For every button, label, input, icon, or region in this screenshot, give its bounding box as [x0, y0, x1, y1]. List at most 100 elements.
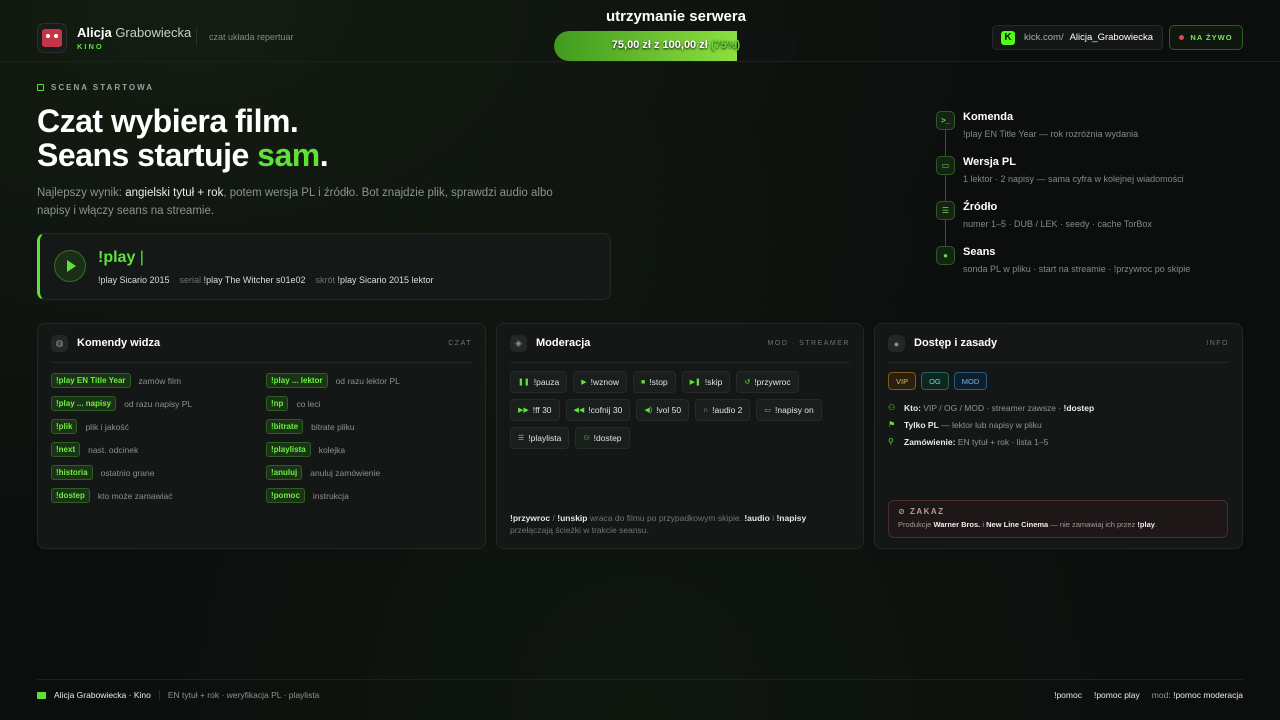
command-chip[interactable]: !plik	[51, 419, 78, 434]
step-description: sonda PL w pliku · start na streamie · !…	[963, 264, 1191, 274]
command-chip[interactable]: !play ... napisy	[51, 396, 117, 411]
stop-icon: ■	[641, 378, 646, 386]
step-title: Źródło	[963, 201, 998, 213]
command-chip[interactable]: !playlista	[266, 442, 311, 457]
mod-command-label: !audio 2	[712, 405, 743, 415]
mod-command-chip[interactable]: ■ !stop	[633, 371, 676, 393]
chat-icon: ◍	[51, 335, 68, 352]
access-rules: ⚇ Kto: VIP / OG / MOD · streamer zawsze ·…	[888, 399, 1228, 450]
kick-username: Alicja_Grabowiecka	[1069, 32, 1154, 43]
info-icon: ●	[888, 335, 905, 352]
rule-label: Kto:	[904, 402, 921, 413]
rule-text: — lektor lub napisy w pliku	[938, 419, 1042, 430]
command-chip[interactable]: !play ... lektor	[266, 373, 328, 388]
command-desc: nast. odcinek	[88, 444, 139, 455]
mod-command-chip[interactable]: ⚇ !dostep	[575, 427, 630, 449]
command-chip[interactable]: !dostep	[51, 488, 90, 503]
command-desc: kto może zamawiać	[97, 490, 173, 501]
flag-icon: ⚑	[888, 420, 896, 429]
ban-text-part: .	[1154, 520, 1158, 529]
headphones-icon: ∩	[703, 406, 709, 414]
avatar	[37, 23, 67, 53]
command-desc: od razu napisy PL	[124, 398, 193, 409]
donation-goal: utrzymanie serwera 75,00 zł z 100,00 zł …	[554, 8, 798, 61]
mod-command-chip[interactable]: ▶▶ !ff 30	[510, 399, 560, 421]
help-command: !pomoc	[1054, 690, 1082, 700]
play-icon: ▶	[581, 379, 587, 386]
step-title: Komenda	[963, 111, 1014, 123]
mod-badge: MOD	[953, 372, 988, 390]
moderation-commands: ❚❚ !pauza ▶ !wznow ■ !stop ▶❚ !skip ↺ !przywr…	[510, 371, 850, 449]
mod-command-chip[interactable]: ↺ !przywroc	[736, 371, 799, 393]
footer-brand: Alicja Grabowiecka · Kino	[54, 690, 151, 700]
play-button[interactable]	[54, 250, 86, 282]
command-desc: ostatnio grane	[100, 467, 155, 478]
command-desc: co leci	[296, 398, 321, 409]
viewer-commands-list: !play EN Title Year zamów film !play ... …	[51, 372, 481, 504]
mod-command-label: !skip	[704, 377, 723, 387]
mod-command-chip[interactable]: ▶❚ !skip	[681, 371, 731, 393]
text-cursor: |	[139, 249, 144, 266]
footer-help: !pomoc !pomoc play mod: !pomoc moderacja	[1054, 690, 1243, 700]
play-icon	[67, 260, 76, 272]
step-description: 1 lektor · 2 napisy — sama cyfra w kolej…	[963, 174, 1184, 184]
mod-command-chip[interactable]: ◀) !vol 50	[636, 399, 690, 421]
command-chip[interactable]: !bitrate	[266, 419, 304, 434]
list-item: ⚲ Zamówienie: EN tytuł + rok · lista 1–5	[888, 433, 1228, 450]
command-chip[interactable]: !play EN Title Year	[51, 373, 131, 388]
rule-command: !dostep	[1063, 402, 1095, 413]
mod-command-chip[interactable]: ▭ !napisy on	[756, 399, 822, 421]
mod-command-label: !stop	[649, 377, 668, 387]
og-badge: OG	[921, 372, 949, 390]
example-2: !play The Witcher s01e02	[203, 275, 306, 285]
mod-label: mod:	[1151, 690, 1171, 700]
list-item: !play ... napisy od razu napisy PL	[51, 395, 266, 412]
step-connector	[945, 175, 946, 201]
step-description: numer 1–5 · DUB / LEK · seedy · cache To…	[963, 219, 1152, 229]
eyebrow-label: SCENA STARTOWA	[51, 83, 154, 92]
mod-command-chip[interactable]: ▶ !wznow	[573, 371, 627, 393]
list-icon: ☰	[936, 201, 955, 220]
kick-channel-link[interactable]: K kick.com/ Alicja_Grabowiecka	[992, 25, 1164, 50]
moderation-card: ◈ Moderacja MOD · STREAMER ❚❚ !pauza ▶ !wz…	[496, 323, 864, 549]
command-chip[interactable]: !np	[266, 396, 289, 411]
title-line-1: Czat wybiera film.	[37, 103, 299, 139]
command-chip[interactable]: !historia	[51, 465, 93, 480]
title-highlight: sam	[257, 137, 320, 173]
mod-command-chip[interactable]: ❚❚ !pauza	[510, 371, 568, 393]
volume-icon: ◀)	[644, 407, 653, 414]
list-item: !dostep kto może zamawiać	[51, 487, 266, 504]
rewind-icon: ◀◀	[573, 407, 585, 414]
command-chip[interactable]: !pomoc	[266, 488, 305, 503]
step-connector	[945, 220, 946, 246]
desc-part-1: Najlepszy wynik:	[37, 187, 126, 199]
viewer-commands-card: ◍ Komendy widza CZAT !play EN Title Year…	[37, 323, 486, 549]
forward-icon: ▶▶	[518, 407, 529, 414]
mod-command-chip[interactable]: ∩ !audio 2	[695, 399, 751, 421]
card-header: ◈ Moderacja MOD · STREAMER	[510, 335, 850, 363]
mod-command-chip[interactable]: ☰ !playlista	[510, 427, 570, 449]
title-line-2-end: .	[319, 137, 329, 173]
rule-label: Tylko PL	[904, 419, 939, 430]
ban-command: !play	[1137, 520, 1155, 529]
mod-command-label: !wznow	[590, 377, 619, 387]
step-item: ● Seans sonda PL w pliku · start na stre…	[936, 245, 1236, 290]
command-chip[interactable]: !next	[51, 442, 81, 457]
live-label: NA ŻYWO	[1190, 33, 1233, 42]
role-badges: VIP OG MOD	[888, 372, 988, 390]
play-command: !play |	[98, 249, 144, 267]
mod-command-chip[interactable]: ◀◀ !cofnij 30	[565, 399, 631, 421]
search-icon: ⚲	[888, 437, 894, 446]
play-examples: !play Sicario 2015 serial !play The Witc…	[98, 275, 434, 285]
command-chip[interactable]: !anuluj	[266, 465, 303, 480]
hero-description: Najlepszy wynik: angielski tytuł + rok, …	[37, 184, 577, 220]
rule-label: Zamówienie:	[904, 436, 956, 447]
desc-highlight: angielski tytuł + rok	[125, 187, 224, 199]
users-icon: ⚇	[888, 403, 896, 412]
divider	[158, 690, 160, 700]
top-bar: Alicja Grabowiecka KINO czat układa repe…	[0, 0, 1280, 62]
mod-command-label: !pauza	[533, 377, 560, 387]
eyebrow: SCENA STARTOWA	[37, 83, 154, 92]
mod-command-label: !napisy on	[775, 405, 814, 415]
logo-icon	[42, 29, 62, 47]
